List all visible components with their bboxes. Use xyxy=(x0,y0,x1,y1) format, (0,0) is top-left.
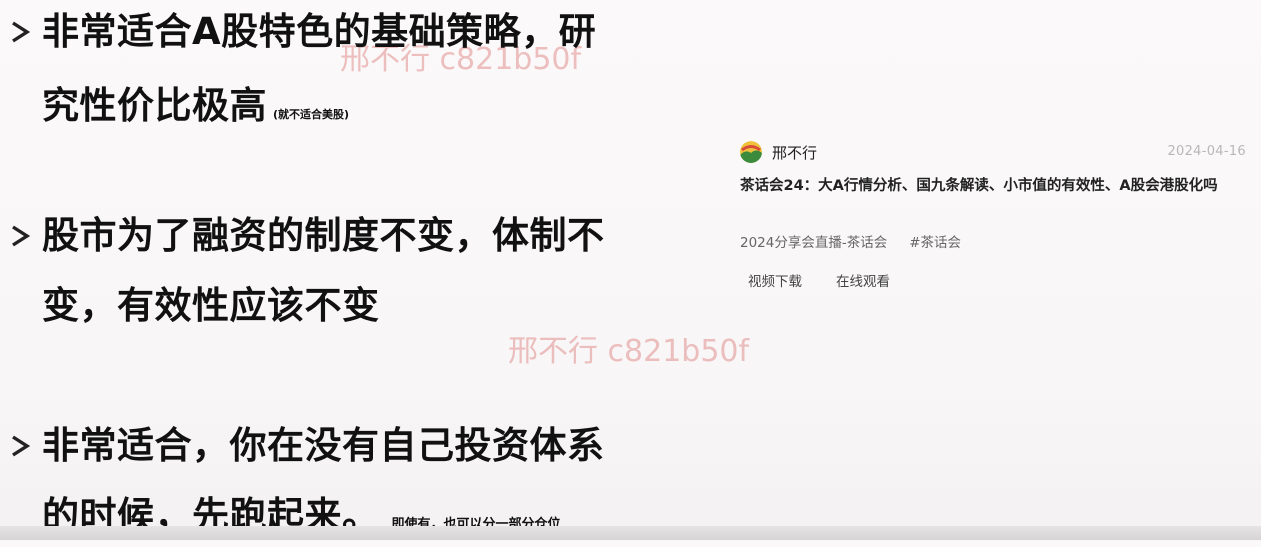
bullet-2-line-2: 变，有效性应该不变 xyxy=(42,284,380,327)
watch-online-button[interactable]: 在线观看 xyxy=(836,274,890,290)
card-author[interactable]: 邢不行 xyxy=(772,142,817,163)
tag-topic[interactable]: #茶话会 xyxy=(909,235,961,251)
arrow-bullet-icon xyxy=(8,10,34,54)
download-video-button[interactable]: 视频下载 xyxy=(748,274,802,290)
bottom-bar xyxy=(0,526,1261,540)
bullet-1-line-2-text: 究性价比极高 xyxy=(42,84,267,127)
card-tags: 2024分享会直播-茶话会 #茶话会 xyxy=(740,231,961,251)
bullet-1-line-1: 非常适合A股特色的基础策略，研 xyxy=(42,10,597,53)
bullet-2-line-1: 股市为了融资的制度不变，体制不 xyxy=(42,214,605,257)
arrow-bullet-icon xyxy=(8,214,34,258)
video-card[interactable]: 邢不行 2024-04-16 茶话会24：大A行情分析、国九条解读、小市值的有效… xyxy=(722,125,1252,300)
bullet-1-line-2: 究性价比极高 (就不适合美股) xyxy=(42,84,349,137)
watermark-center: 邢不行 c821b50f xyxy=(508,334,750,369)
bullet-3: 非常适合，你在没有自己投资体系 的时候，先跑起来。 即使有，也可以分一部分仓位 xyxy=(8,424,688,537)
bullet-3-line-1: 非常适合，你在没有自己投资体系 xyxy=(42,424,605,467)
slide: 邢不行 c821b50f 邢不行 c821b50f 非常适合A股特色的基础策略，… xyxy=(0,0,1261,540)
bullet-2: 股市为了融资的制度不变，体制不 变，有效性应该不变 xyxy=(8,214,688,327)
bullet-1-note: (就不适合美股) xyxy=(273,108,350,121)
card-title[interactable]: 茶话会24：大A行情分析、国九条解读、小市值的有效性、A股会港股化吗 xyxy=(740,175,1250,198)
tag-series[interactable]: 2024分享会直播-茶话会 xyxy=(740,235,887,251)
arrow-bullet-icon xyxy=(8,424,34,468)
avatar xyxy=(740,141,762,163)
bullet-1: 非常适合A股特色的基础策略，研 究性价比极高 (就不适合美股) xyxy=(8,10,688,127)
card-actions: 视频下载 在线观看 xyxy=(748,270,890,290)
card-date: 2024-04-16 xyxy=(1167,144,1246,159)
